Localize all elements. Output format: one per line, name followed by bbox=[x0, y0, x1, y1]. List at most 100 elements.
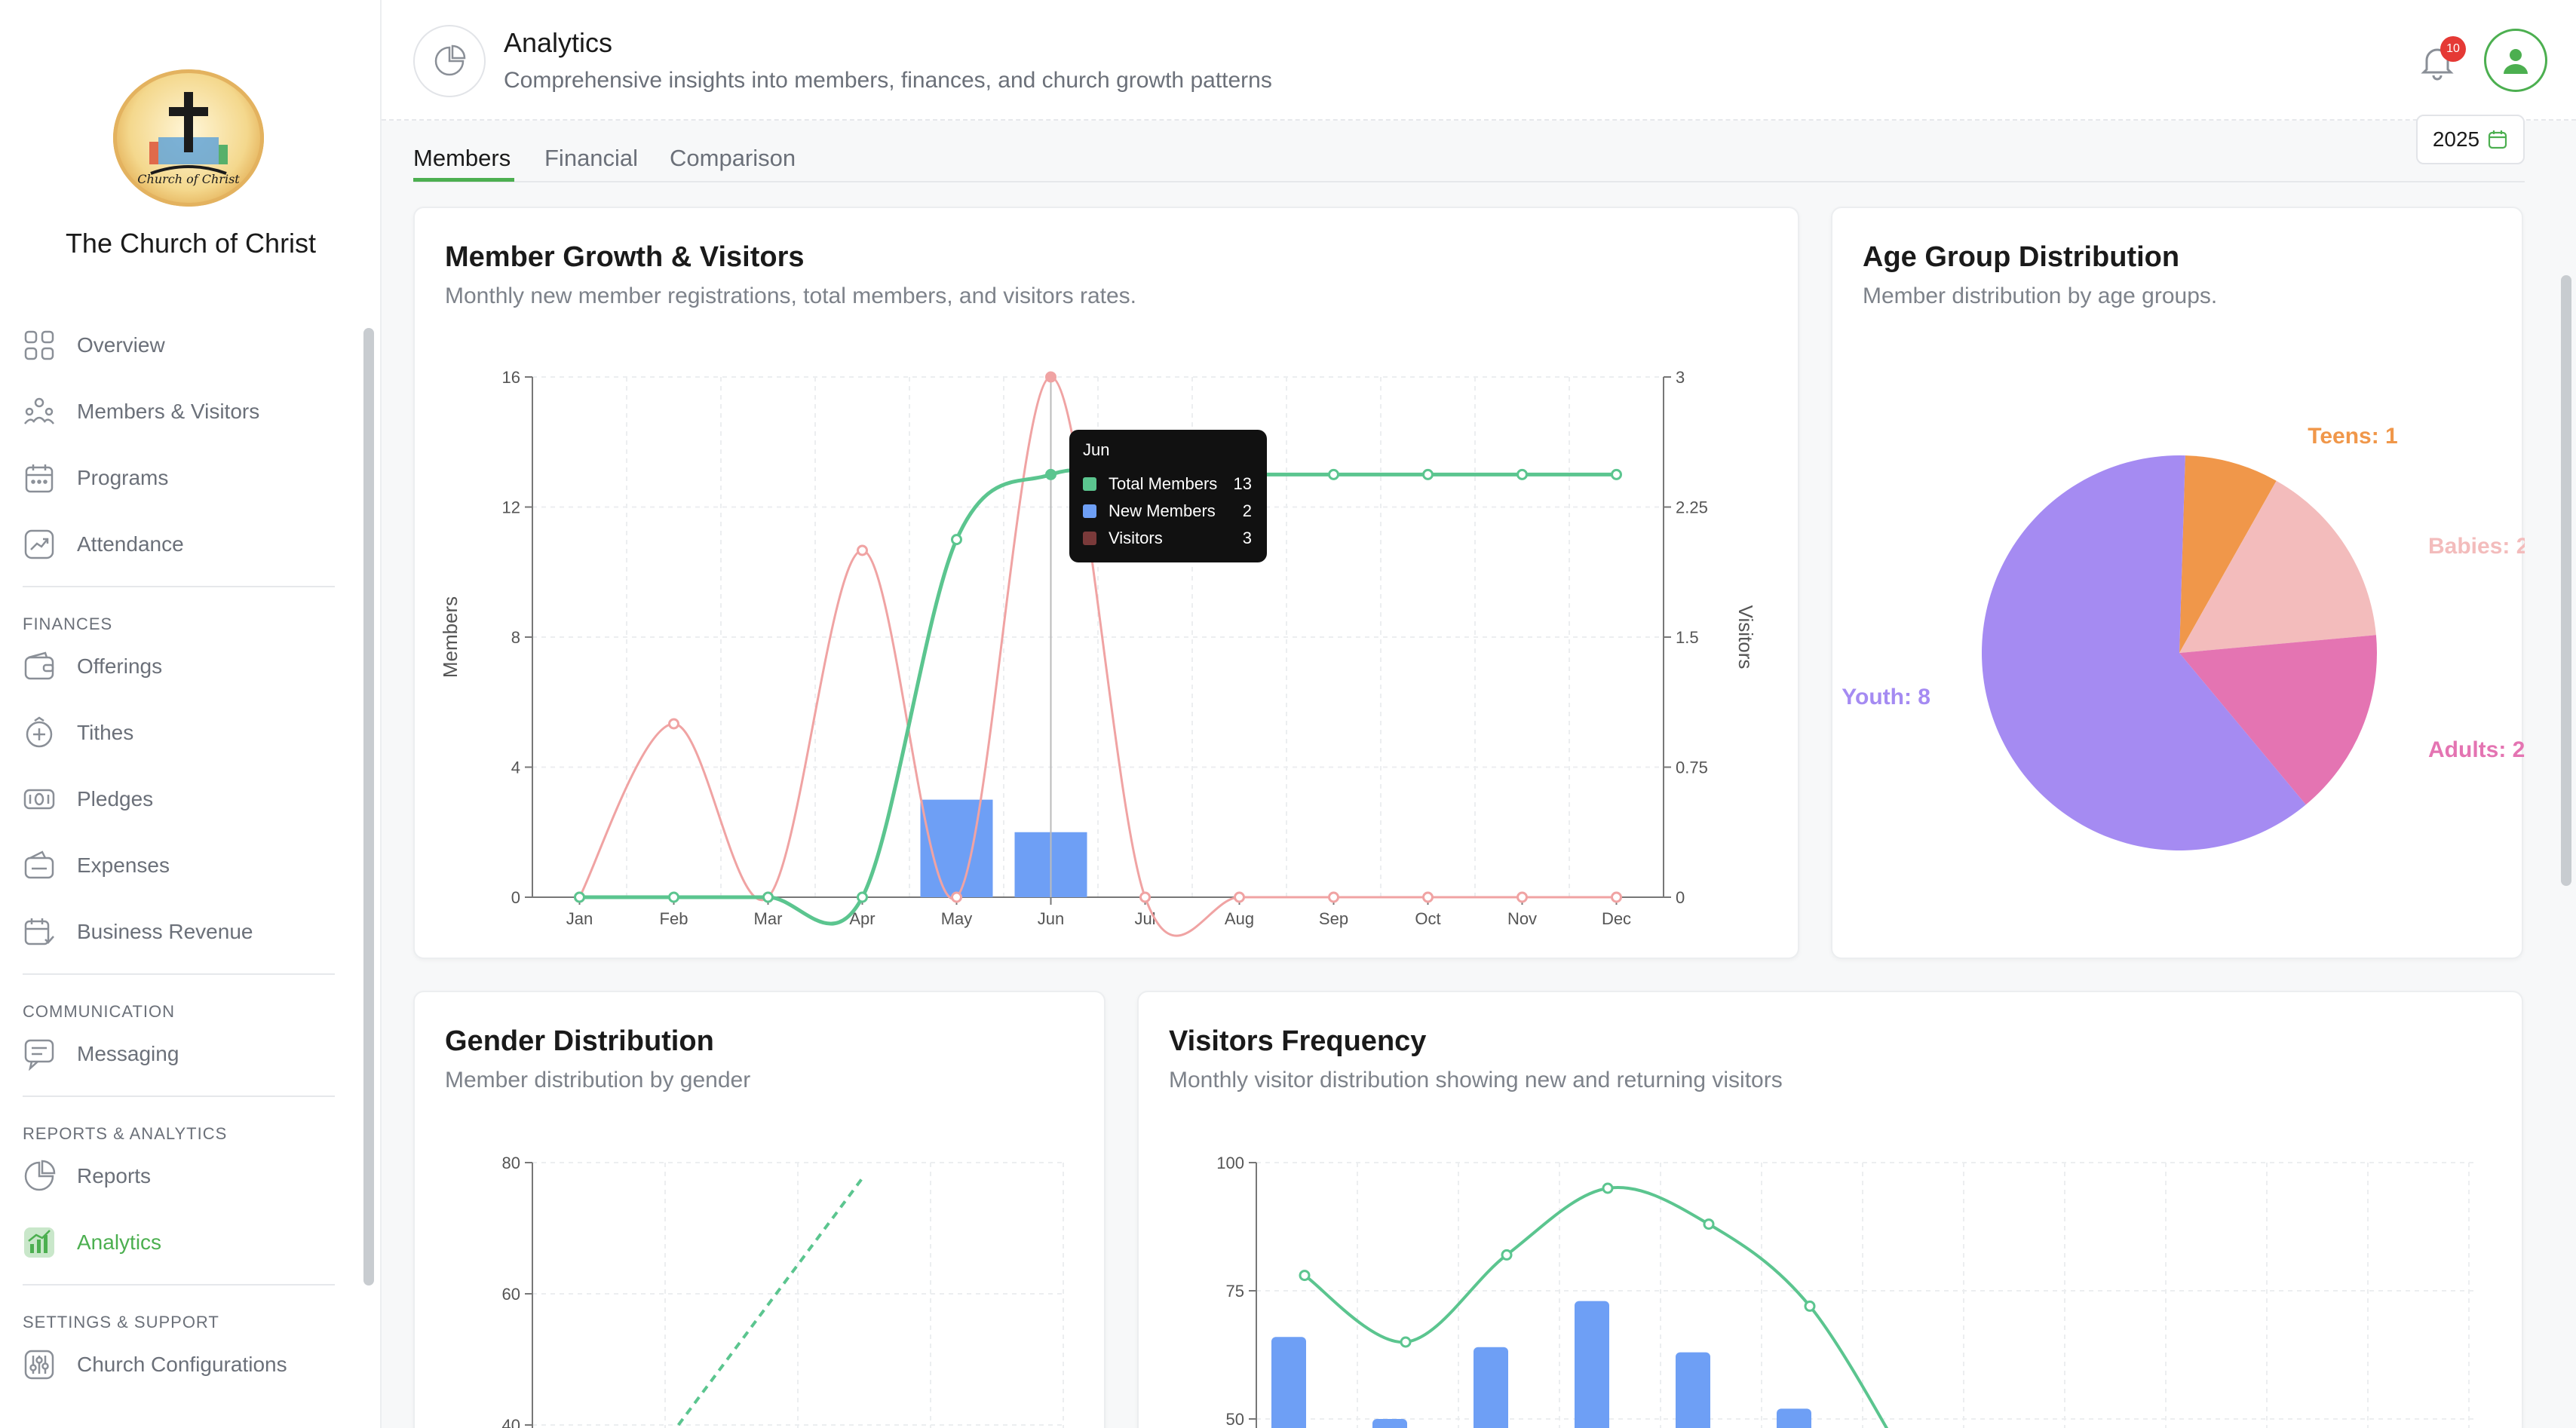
age-group-pie-chart: Teens: 1 Babies: 2 Adults: 2 Youth: 8 bbox=[1842, 424, 2525, 850]
point-visitors bbox=[1516, 891, 1528, 903]
sidebar-item-pledges[interactable]: Pledges bbox=[23, 777, 339, 822]
sidebar-item-label: Attendance bbox=[77, 532, 184, 556]
gender-card: Gender Distribution Member distribution … bbox=[413, 991, 1106, 1428]
pie-label-adults: Adults: 2 bbox=[2428, 737, 2525, 762]
users-icon bbox=[24, 397, 54, 424]
year-picker[interactable]: 2025 bbox=[2416, 115, 2525, 164]
tooltip-series-value: 3 bbox=[1242, 529, 1252, 547]
sidebar-item-tithes[interactable]: Tithes bbox=[23, 710, 339, 755]
sidebar-item-label: Analytics bbox=[77, 1230, 162, 1254]
tooltip-series-value: 13 bbox=[1233, 474, 1252, 493]
point-visitors bbox=[857, 544, 868, 556]
bar-visitors bbox=[1777, 1408, 1811, 1428]
calendar-icon bbox=[2489, 130, 2507, 149]
y2-tick-label: 3 bbox=[1676, 368, 1685, 387]
point-visitors bbox=[1422, 891, 1434, 903]
church-logo: Church of Christ bbox=[113, 69, 264, 207]
x-tick-label: Aug bbox=[1225, 909, 1254, 928]
sidebar-item-label: Members & Visitors bbox=[77, 400, 260, 423]
point-total-members bbox=[951, 534, 962, 546]
sidebar-item-label: Business Revenue bbox=[77, 920, 253, 943]
analytics-header-icon bbox=[413, 25, 486, 97]
tooltip-row: Visitors 3 bbox=[1083, 525, 1253, 552]
sliders-icon bbox=[24, 1350, 54, 1380]
dashed-series-line bbox=[676, 1175, 866, 1426]
divider bbox=[23, 1284, 335, 1286]
x-tick-label: Nov bbox=[1507, 909, 1537, 928]
sidebar-item-overview[interactable]: Overview bbox=[23, 323, 339, 368]
pie-label-teens: Teens: 1 bbox=[2308, 424, 2398, 449]
coin-plus-icon bbox=[26, 716, 53, 748]
sidebar-item-messaging[interactable]: Messaging bbox=[23, 1031, 339, 1077]
point-visitors bbox=[1139, 891, 1151, 903]
sidebar-item-label: Overview bbox=[77, 333, 165, 357]
sidebar-item-label: Church Configurations bbox=[77, 1353, 287, 1376]
page-scrollbar[interactable] bbox=[2561, 275, 2571, 886]
point-visitors bbox=[1611, 891, 1622, 903]
point-visitors-line bbox=[1602, 1182, 1614, 1194]
y2-tick-label: 0.75 bbox=[1676, 758, 1708, 777]
y2-tick-label: 1.5 bbox=[1676, 628, 1699, 647]
sidebar-item-members-visitors[interactable]: Members & Visitors bbox=[23, 389, 339, 434]
y2-axis-label: Visitors bbox=[1734, 605, 1757, 670]
y-tick-label: 100 bbox=[1216, 1154, 1244, 1172]
point-total-members bbox=[668, 891, 679, 903]
sidebar-item-label: Pledges bbox=[77, 787, 154, 811]
point-total-members bbox=[762, 891, 774, 903]
sidebar-scrollbar[interactable] bbox=[363, 328, 374, 1286]
sidebar-item-business-revenue[interactable]: Business Revenue bbox=[23, 909, 339, 955]
y-tick-label: 8 bbox=[511, 628, 520, 647]
y-tick-label: 75 bbox=[1226, 1282, 1244, 1301]
visitors-frequency-chart: 50 75 100 bbox=[1216, 1154, 2478, 1428]
wallet-icon bbox=[24, 651, 54, 680]
x-tick-label: Sep bbox=[1319, 909, 1348, 928]
sidebar-item-offerings[interactable]: Offerings bbox=[23, 644, 339, 689]
y2-tick-label: 2.25 bbox=[1676, 498, 1708, 517]
sidebar-item-label: Programs bbox=[77, 466, 169, 489]
pie-icon bbox=[24, 1160, 56, 1191]
legend-swatch bbox=[1083, 477, 1096, 491]
x-tick-label: Dec bbox=[1602, 909, 1631, 928]
pie-label-youth: Youth: 8 bbox=[1842, 685, 1930, 709]
point-visitors bbox=[1328, 891, 1339, 903]
sidebar-item-programs[interactable]: Programs bbox=[23, 455, 339, 501]
bar-visitors bbox=[1575, 1301, 1609, 1428]
member-growth-card: Member Growth & Visitors Monthly new mem… bbox=[413, 207, 1799, 959]
point-visitors-line bbox=[1501, 1249, 1513, 1261]
x-tick-label: May bbox=[941, 909, 973, 928]
age-group-card: Age Group Distribution Member distributi… bbox=[1831, 207, 2525, 959]
y-tick-label: 4 bbox=[511, 758, 520, 777]
section-settings-support: SETTINGS & SUPPORT bbox=[23, 1313, 219, 1331]
sidebar: Church of Christ The Church of Christ Ov… bbox=[0, 0, 382, 1428]
sidebar-item-expenses[interactable]: Expenses bbox=[23, 843, 339, 888]
sidebar-item-attendance[interactable]: Attendance bbox=[23, 522, 339, 567]
section-reports-analytics: REPORTS & ANALYTICS bbox=[23, 1124, 228, 1143]
analytics-icon bbox=[24, 1227, 54, 1258]
x-tick-label: Jun bbox=[1038, 909, 1064, 928]
bar-visitors bbox=[1271, 1337, 1306, 1428]
sidebar-item-analytics[interactable]: Analytics bbox=[23, 1220, 339, 1265]
message-icon bbox=[24, 1039, 54, 1071]
y-tick-label: 12 bbox=[502, 498, 520, 517]
sidebar-item-church-configurations[interactable]: Church Configurations bbox=[23, 1342, 339, 1387]
y-axis-label: Members bbox=[439, 596, 462, 678]
wallet-out-icon bbox=[24, 850, 54, 879]
active-point-visitors bbox=[1045, 372, 1056, 382]
y-tick-label: 40 bbox=[502, 1416, 520, 1428]
divider bbox=[23, 973, 335, 975]
divider bbox=[23, 1096, 335, 1097]
user-avatar[interactable] bbox=[2484, 29, 2547, 92]
point-visitors bbox=[951, 891, 962, 903]
point-total-members bbox=[1516, 468, 1528, 480]
trend-icon bbox=[24, 529, 54, 559]
visitors-frequency-card: Visitors Frequency Monthly visitor distr… bbox=[1137, 991, 2523, 1428]
y-tick-label: 80 bbox=[502, 1154, 520, 1172]
sidebar-item-reports[interactable]: Reports bbox=[23, 1154, 339, 1199]
tooltip-row: New Members 2 bbox=[1083, 498, 1253, 525]
point-total-members bbox=[1422, 468, 1434, 480]
tab-financial[interactable]: Financial bbox=[544, 145, 638, 172]
church-name: The Church of Christ bbox=[65, 228, 317, 259]
tab-comparison[interactable]: Comparison bbox=[670, 145, 796, 172]
tab-members[interactable]: Members bbox=[413, 145, 511, 172]
point-visitors-line bbox=[1804, 1300, 1816, 1312]
